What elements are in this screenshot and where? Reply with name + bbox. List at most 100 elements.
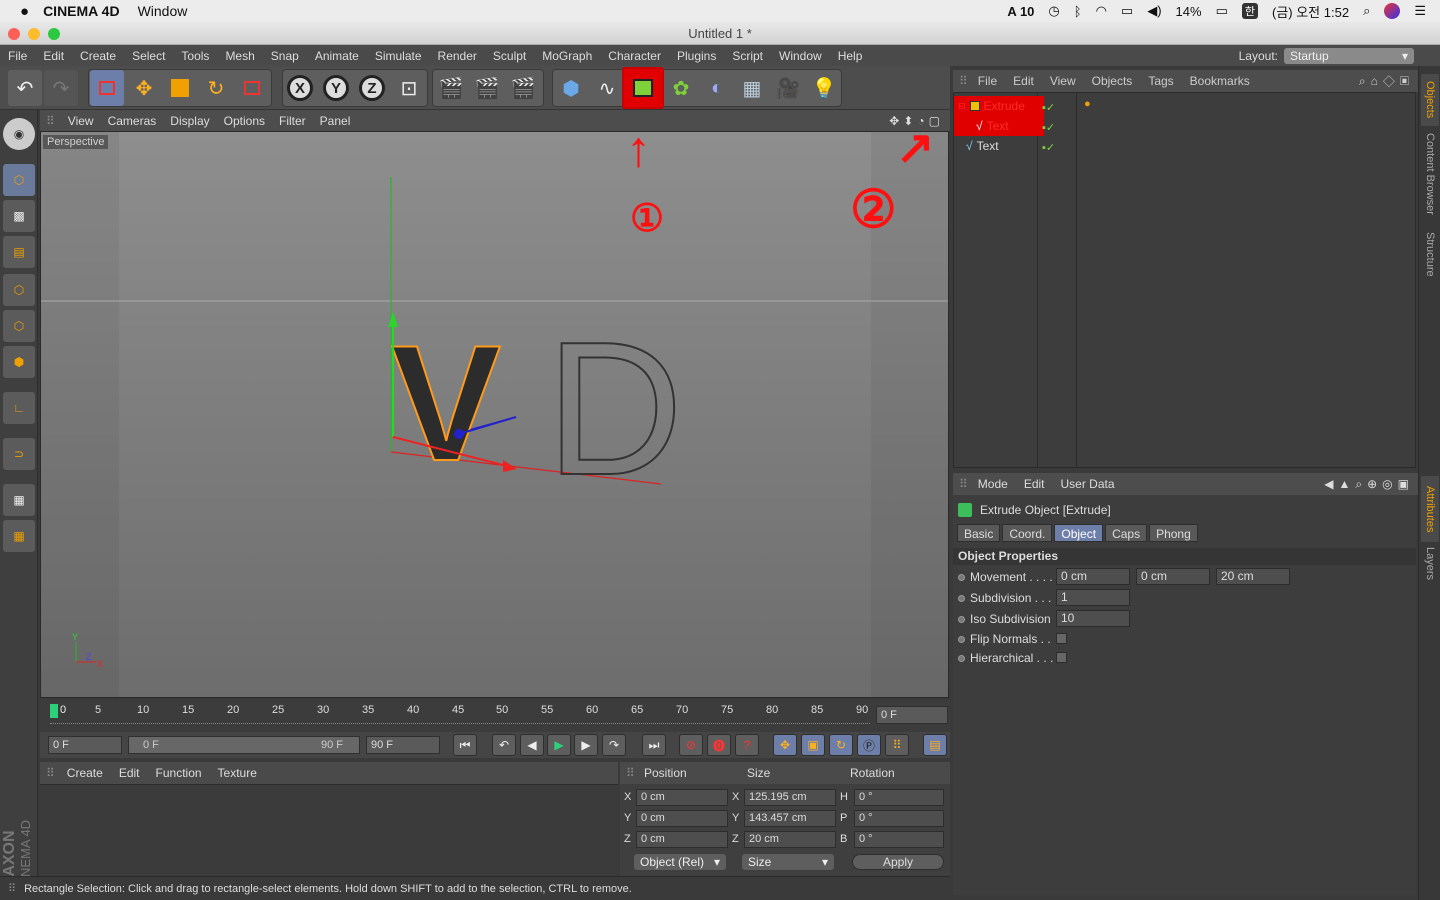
rotate-tool[interactable]: ↻ <box>199 70 233 106</box>
current-frame-field[interactable]: 0 F <box>876 706 948 724</box>
viewport-menu-options[interactable]: Options <box>217 114 272 128</box>
texture-mode-button[interactable]: ▩ <box>3 200 35 232</box>
magnet-tool-button[interactable]: ⊃ <box>3 438 35 470</box>
animation-dot[interactable] <box>958 615 965 623</box>
recent-tool[interactable] <box>235 70 269 106</box>
collapse-icon[interactable]: ⊟ <box>958 101 966 112</box>
minimize-button[interactable] <box>28 28 40 40</box>
key-scale-button[interactable]: ▣ <box>801 734 825 756</box>
clock-icon[interactable]: ◷ <box>1048 3 1059 19</box>
material-menu-edit[interactable]: Edit <box>111 766 148 780</box>
side-tab-structure[interactable]: Structure <box>1421 226 1439 282</box>
objects-menu-bookmarks[interactable]: Bookmarks <box>1182 74 1258 88</box>
make-editable-button[interactable]: ◉ <box>3 118 35 150</box>
menu-edit[interactable]: Edit <box>35 49 72 63</box>
model-mode-button[interactable]: ⬡ <box>3 164 35 196</box>
menu-animate[interactable]: Animate <box>307 49 367 63</box>
edges-mode-button[interactable]: ⬡ <box>3 310 35 342</box>
airplay-icon[interactable]: ▭ <box>1121 3 1133 19</box>
tab-phong[interactable]: Phong <box>1149 524 1198 542</box>
position-z-field[interactable]: 0 cm <box>636 831 728 848</box>
objects-menu-objects[interactable]: Objects <box>1084 74 1141 88</box>
viewport-menu-filter[interactable]: Filter <box>272 114 313 128</box>
menu-window[interactable]: Window <box>771 49 830 63</box>
date-time[interactable]: (금) 오전 1:52 <box>1272 2 1349 21</box>
cube-object-button[interactable]: ⬢ <box>554 70 588 106</box>
menu-tools[interactable]: Tools <box>173 49 217 63</box>
timeline-window-button[interactable]: ▤ <box>923 734 947 756</box>
objects-menu-edit[interactable]: Edit <box>1005 74 1042 88</box>
size-y-field[interactable]: 143.457 cm <box>744 810 836 827</box>
workplane-mode-button[interactable]: ▤ <box>3 236 35 268</box>
object-manager[interactable]: ⊟ Extrude √ Text √ Text ▪︎✓ ▪︎✓ ▪︎✓ ● <box>953 92 1416 468</box>
animation-dot[interactable] <box>958 635 965 643</box>
viewport-menu-cameras[interactable]: Cameras <box>101 114 164 128</box>
render-view-button[interactable]: 🎬 <box>434 70 468 106</box>
rotation-h-field[interactable]: 0 ° <box>854 789 944 806</box>
timeline[interactable]: 0 5 10 15 20 25 30 35 40 45 50 55 60 65 … <box>40 700 950 732</box>
layout-dropdown[interactable]: Startup ▾ <box>1284 47 1414 64</box>
subdivision-field[interactable]: 1 <box>1056 589 1130 606</box>
tab-caps[interactable]: Caps <box>1105 524 1148 542</box>
wifi-label[interactable]: A 10 <box>1007 4 1034 19</box>
objects-menu-file[interactable]: File <box>970 74 1005 88</box>
movement-y-field[interactable]: 0 cm <box>1136 568 1210 585</box>
side-tab-content-browser[interactable]: Content Browser <box>1421 128 1439 220</box>
menu-mesh[interactable]: Mesh <box>217 49 262 63</box>
render-picture-viewer-button[interactable]: 🎬 <box>470 70 504 106</box>
apple-icon[interactable]: ● <box>20 3 29 20</box>
z-axis-lock[interactable]: Z <box>355 70 389 106</box>
menu-sculpt[interactable]: Sculpt <box>485 49 534 63</box>
menu-help[interactable]: Help <box>830 49 871 63</box>
letter-v[interactable]: V <box>390 310 502 496</box>
viewport-menu-view[interactable]: View <box>61 114 101 128</box>
size-x-field[interactable]: 125.195 cm <box>744 789 836 806</box>
menu-create[interactable]: Create <box>72 49 124 63</box>
animation-dot[interactable] <box>958 594 965 602</box>
letter-d[interactable]: D <box>545 302 684 516</box>
coord-mode-dropdown[interactable]: Object (Rel) ▾ <box>634 854 726 870</box>
siri-icon[interactable] <box>1384 3 1401 19</box>
key-parameter-button[interactable]: Ⓟ <box>857 734 881 756</box>
attributes-menu-userdata[interactable]: User Data <box>1053 477 1123 491</box>
menu-render[interactable]: Render <box>430 49 485 63</box>
menu-plugins[interactable]: Plugins <box>669 49 724 63</box>
array-object-button[interactable]: ✿ <box>664 70 698 106</box>
ime-indicator[interactable]: 한 <box>1241 3 1258 19</box>
menu-mograph[interactable]: MoGraph <box>534 49 600 63</box>
position-x-field[interactable]: 0 cm <box>636 789 728 806</box>
rotation-p-field[interactable]: 0 ° <box>854 810 944 827</box>
hierarchical-checkbox[interactable] <box>1056 652 1067 663</box>
prev-key-button[interactable]: ↶ <box>492 734 516 756</box>
rotation-b-field[interactable]: 0 ° <box>854 831 944 848</box>
move-tool[interactable]: ✥ <box>127 70 161 106</box>
end-frame-field[interactable]: 90 F <box>366 736 440 754</box>
coordinate-system-button[interactable]: ⊡ <box>392 70 426 106</box>
redo-button[interactable]: ↷ <box>44 70 78 106</box>
goto-start-button[interactable]: ⏮ <box>453 734 477 756</box>
close-button[interactable] <box>8 28 20 40</box>
material-menu-texture[interactable]: Texture <box>210 766 265 780</box>
menu-snap[interactable]: Snap <box>263 49 307 63</box>
objects-menu-view[interactable]: View <box>1042 74 1084 88</box>
material-menu-function[interactable]: Function <box>148 766 210 780</box>
objects-menu-tags[interactable]: Tags <box>1140 74 1181 88</box>
next-frame-button[interactable]: ▶ <box>574 734 598 756</box>
points-mode-button[interactable]: ⬡ <box>3 274 35 306</box>
volume-icon[interactable]: ◀) <box>1147 3 1161 19</box>
menu-script[interactable]: Script <box>724 49 771 63</box>
keyframe-selection-button[interactable]: ? <box>735 734 759 756</box>
snap-lock-button[interactable]: ▦ <box>3 484 35 516</box>
apply-button[interactable]: Apply <box>852 854 944 870</box>
object-manager-nav-icons[interactable]: ⌕⌂◇▣ <box>1359 74 1414 89</box>
undo-button[interactable]: ↶ <box>8 70 42 106</box>
spotlight-icon[interactable]: ⌕ <box>1363 3 1370 19</box>
frame-range-slider[interactable]: 0 F 90 F <box>128 736 360 754</box>
goto-end-button[interactable]: ⏭ <box>642 734 666 756</box>
phong-tag-icon[interactable]: ● <box>1084 98 1091 110</box>
movement-x-field[interactable]: 0 cm <box>1056 568 1130 585</box>
size-mode-dropdown[interactable]: Size ▾ <box>742 854 834 870</box>
animation-dot[interactable] <box>958 573 965 581</box>
attributes-menu-mode[interactable]: Mode <box>970 477 1016 491</box>
visibility-toggles[interactable]: ▪︎✓ ▪︎✓ ▪︎✓ <box>1042 98 1055 158</box>
